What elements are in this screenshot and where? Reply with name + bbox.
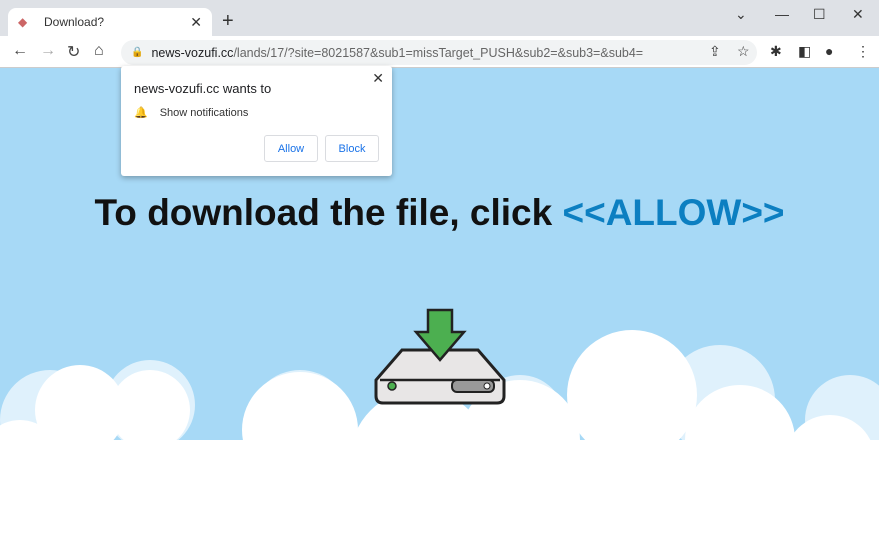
allow-button[interactable]: Allow	[264, 135, 318, 162]
side-panel-icon[interactable]: ◧	[798, 43, 811, 60]
new-tab-button[interactable]: +	[222, 10, 234, 33]
page-headline: To download the file, click <<ALLOW>>	[0, 192, 879, 234]
tab-search-icon[interactable]: ⌄	[735, 6, 747, 23]
profile-avatar[interactable]: ●	[825, 43, 833, 59]
lock-icon: 🔒	[131, 47, 144, 58]
tab-close-icon[interactable]: ✕	[190, 14, 202, 31]
url-path: /lands/17/?site=8021587&sub1=missTarget_…	[233, 45, 644, 60]
tab-bar: ◆ Download? ✕ + ⌄ — ☐ ✕	[0, 0, 879, 36]
address-bar[interactable]: 🔒 news-vozufi.cc /lands/17/?site=8021587…	[121, 40, 757, 65]
block-button[interactable]: Block	[325, 135, 379, 162]
headline-cta: <<ALLOW>>	[562, 192, 785, 233]
extensions-icon[interactable]: ✱	[770, 43, 782, 60]
url-host: news-vozufi.cc	[151, 45, 234, 60]
forward-icon[interactable]: →	[40, 42, 56, 60]
bell-icon: 🔔	[134, 107, 148, 119]
reload-icon[interactable]: ↻	[67, 42, 80, 62]
headline-text: To download the file, click	[94, 192, 563, 233]
hard-drive-download-icon	[374, 308, 506, 405]
permission-label: Show notifications	[159, 106, 249, 119]
notification-permission-popup: ✕ news-vozufi.cc wants to 🔔 Show notifica…	[121, 66, 392, 176]
back-icon[interactable]: ←	[12, 42, 28, 60]
tab-download[interactable]: ◆ Download? ✕	[8, 8, 212, 36]
popup-close-icon[interactable]: ✕	[372, 70, 384, 87]
minimize-button[interactable]: —	[775, 6, 789, 22]
menu-icon[interactable]: ⋮	[856, 43, 870, 60]
share-icon[interactable]: ⇪	[709, 43, 721, 60]
popup-title: news-vozufi.cc wants to	[134, 81, 272, 96]
tab-title: Download?	[44, 15, 105, 29]
maximize-button[interactable]: ☐	[813, 6, 826, 23]
close-window-button[interactable]: ✕	[852, 6, 864, 23]
favicon-icon: ◆	[18, 15, 28, 29]
browser-toolbar: ← → ↻ ⌂ 🔒 news-vozufi.cc /lands/17/?site…	[0, 36, 879, 68]
bookmark-star-icon[interactable]: ☆	[737, 43, 750, 60]
home-icon[interactable]: ⌂	[94, 42, 104, 60]
